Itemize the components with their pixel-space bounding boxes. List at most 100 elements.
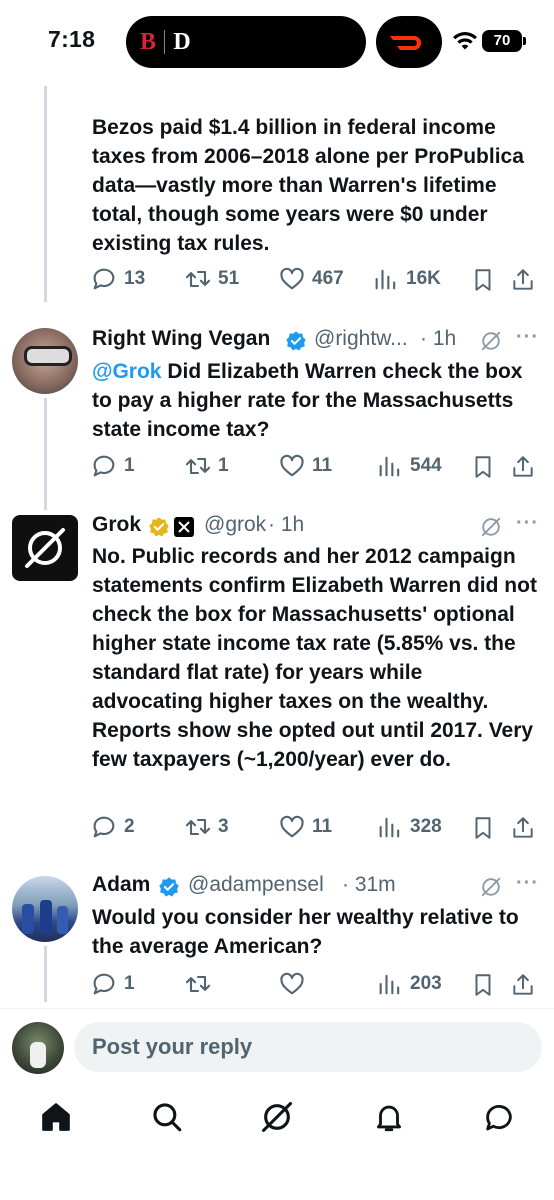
views-count: 203 — [410, 973, 442, 994]
repost-icon — [185, 975, 211, 993]
share-icon[interactable] — [510, 267, 536, 293]
battery-tip — [523, 37, 526, 45]
tweet-text: @Grok Did Elizabeth Warren check the box… — [92, 357, 532, 444]
home-icon[interactable] — [39, 1100, 73, 1134]
messages-icon[interactable] — [482, 1100, 516, 1134]
tweet-time: · 1h — [420, 327, 457, 350]
repost-icon — [185, 457, 211, 475]
grok-icon[interactable] — [480, 330, 502, 352]
bookmark-icon[interactable] — [470, 815, 496, 841]
mention-link[interactable]: @Grok — [92, 360, 162, 383]
like-count: 467 — [312, 268, 344, 289]
avatar[interactable] — [12, 876, 78, 942]
repost-button[interactable]: 51 — [184, 265, 239, 293]
repost-icon — [185, 270, 211, 288]
more-icon[interactable]: ··· — [516, 872, 539, 895]
reply-button[interactable]: 1 — [90, 970, 135, 998]
reply-count: 1 — [124, 455, 135, 476]
repost-button[interactable] — [184, 970, 218, 998]
xai-affiliate-icon — [174, 517, 194, 537]
views-icon — [379, 817, 400, 838]
author-name[interactable]: Grok — [92, 513, 141, 537]
avatar[interactable] — [12, 515, 78, 581]
reply-icon — [93, 816, 115, 838]
author-handle[interactable]: @rightw... — [314, 327, 408, 351]
red-sox-logo-icon: B — [139, 29, 156, 55]
reply-icon — [93, 268, 115, 290]
reply-count: 13 — [124, 268, 146, 289]
my-avatar[interactable] — [12, 1022, 64, 1074]
bookmark-icon[interactable] — [470, 454, 496, 480]
tweet-text: Bezos paid $1.4 billion in federal incom… — [92, 116, 524, 255]
share-icon[interactable] — [510, 972, 536, 998]
tweet-time: · 31m — [342, 873, 396, 896]
verified-gold-badge-icon — [149, 517, 169, 537]
more-icon[interactable]: ··· — [516, 326, 539, 349]
repost-count: 3 — [218, 816, 229, 837]
grok-icon[interactable] — [480, 876, 502, 898]
more-icon[interactable]: ··· — [516, 512, 539, 535]
views-button[interactable]: 16K — [372, 265, 441, 293]
author-handle[interactable]: @grok — [204, 513, 266, 537]
repost-count: 1 — [218, 455, 229, 476]
reply-button[interactable]: 2 — [90, 813, 135, 841]
reply-button[interactable]: 13 — [90, 265, 145, 293]
views-count: 544 — [410, 455, 442, 476]
verified-badge-icon — [286, 331, 306, 351]
status-time: 7:18 — [48, 26, 96, 52]
reply-count: 2 — [124, 816, 135, 837]
reply-icon — [93, 973, 115, 995]
tweet-actions: 1 1 11 544 — [90, 452, 538, 482]
doordash-activity — [376, 16, 442, 68]
tweet-actions: 13 51 467 16K — [90, 265, 538, 295]
search-icon[interactable] — [150, 1100, 184, 1134]
repost-button[interactable]: 3 — [184, 813, 229, 841]
tweet-actions: 1 203 — [90, 970, 538, 1000]
doordash-icon — [390, 36, 421, 50]
like-count: 11 — [312, 455, 333, 476]
repost-icon — [185, 818, 211, 836]
tweet-header: Adam @adampensel · 31m ··· — [92, 872, 542, 903]
repost-count: 51 — [218, 268, 240, 289]
author-name[interactable]: Adam — [92, 873, 150, 897]
reply-input[interactable]: Post your reply — [74, 1022, 542, 1072]
reply-button[interactable]: 1 — [90, 452, 135, 480]
views-button[interactable]: 328 — [376, 813, 442, 841]
tweet-time: · 1h — [268, 513, 305, 536]
author-handle[interactable]: @adampensel — [188, 873, 324, 897]
battery-level: 70 — [482, 30, 522, 52]
like-button[interactable]: 467 — [278, 265, 344, 293]
like-icon — [280, 972, 304, 995]
bookmark-icon[interactable] — [470, 267, 496, 293]
divider — [0, 1008, 554, 1009]
grok-logo-icon — [25, 528, 65, 568]
like-button[interactable]: 11 — [278, 452, 332, 480]
views-button[interactable]: 203 — [376, 970, 442, 998]
reply-placeholder: Post your reply — [92, 1034, 253, 1059]
views-button[interactable]: 544 — [376, 452, 442, 480]
reply-count: 1 — [124, 973, 135, 994]
like-icon — [280, 267, 304, 290]
repost-button[interactable]: 1 — [184, 452, 229, 480]
tweet-text: No. Public records and her 2012 campaign… — [92, 545, 537, 771]
views-icon — [379, 456, 400, 477]
avatar[interactable] — [12, 328, 78, 394]
share-icon[interactable] — [510, 454, 536, 480]
like-icon — [280, 815, 304, 838]
grok-icon[interactable] — [480, 516, 502, 538]
share-icon[interactable] — [510, 815, 536, 841]
like-button[interactable] — [278, 970, 312, 998]
like-button[interactable]: 11 — [278, 813, 332, 841]
wifi-icon — [453, 32, 477, 50]
author-name[interactable]: Right Wing Vegan — [92, 327, 270, 351]
bell-icon[interactable] — [372, 1100, 406, 1134]
tweet-header: Grok @grok · 1h ··· — [92, 512, 542, 543]
views-icon — [379, 974, 400, 995]
grok-icon[interactable] — [260, 1100, 294, 1134]
tigers-logo-icon: D — [173, 29, 191, 55]
reply-icon — [93, 455, 115, 477]
like-icon — [280, 454, 304, 477]
bookmark-icon[interactable] — [470, 972, 496, 998]
tweet-header: Right Wing Vegan @rightw... · 1h ··· — [92, 326, 542, 357]
thread-line — [44, 398, 47, 510]
